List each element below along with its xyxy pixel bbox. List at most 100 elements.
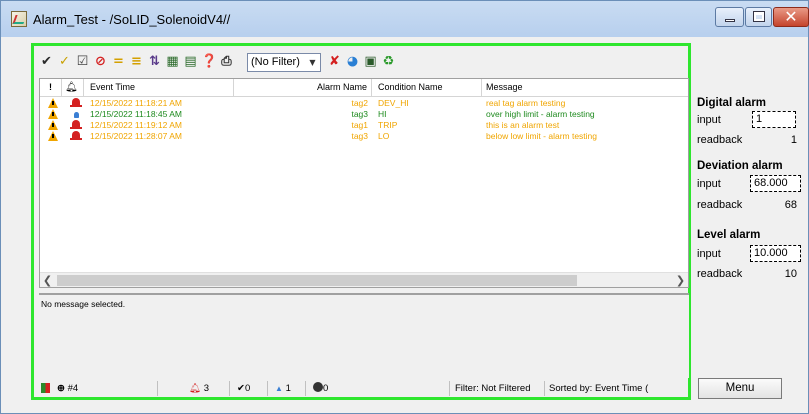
close-icon: ✕ (784, 7, 798, 26)
chevron-down-icon[interactable]: ▼ (306, 54, 319, 71)
status-divider (267, 381, 268, 396)
scrollbar-thumb[interactable] (57, 275, 577, 286)
disable-icon[interactable]: ⊘ (93, 54, 108, 69)
warning-icon (48, 120, 58, 130)
clear-filter-icon[interactable]: ✘ (327, 54, 342, 69)
ack-icon: ✔ (237, 383, 245, 394)
help-icon[interactable]: ❓ (201, 54, 217, 69)
ack-page-icon[interactable]: ☑ (75, 54, 90, 69)
warning-icon (48, 109, 58, 119)
blue-alarm-count: ▲ 1 (275, 380, 291, 397)
grid-header: ! 🔔︎ Event Time Alarm Name Condition Nam… (40, 79, 688, 97)
condition-name-cell: LO (378, 131, 390, 141)
sort-status: Sorted by: Event Time ( (549, 383, 649, 394)
table-row[interactable]: 12/15/2022 11:18:45 AM tag3 HI over high li… (40, 109, 688, 120)
digital-readback-value: 1 (790, 134, 797, 146)
shelve-icon[interactable]: = (111, 54, 126, 69)
alarm-table-control: ✔ ✓ ☑ ⊘ = ≡ ⇅ ▦ ▤ ❓ ⎙ (No Filter) ▼ ✘ ◕ ▣ ♻ ! 🔔︎ Event T… (31, 43, 691, 400)
alarm-toolbar: ✔ ✓ ☑ ⊘ = ≡ ⇅ ▦ ▤ ❓ ⎙ (No Filter) ▼ ✘ ◕ ▣ ♻ (39, 52, 679, 74)
condition-name-cell: DEV_HI (378, 98, 409, 108)
filter-status: Filter: Not Filtered (455, 383, 531, 394)
alarm-grid[interactable]: ! 🔔︎ Event Time Alarm Name Condition Nam… (39, 78, 689, 288)
trend-icon[interactable]: ▤ (183, 54, 198, 69)
details-icon[interactable]: ▦ (165, 54, 180, 69)
event-time-cell: 12/15/2022 11:18:21 AM (90, 98, 183, 108)
warning-icon (48, 131, 58, 141)
status-divider (157, 381, 158, 396)
condition-name-cell: HI (378, 109, 387, 119)
close-button[interactable]: ✕ (773, 7, 809, 27)
flag-icon[interactable] (41, 380, 50, 397)
level-input-field[interactable]: 10.000 (750, 245, 801, 262)
table-row[interactable]: 12/15/2022 11:18:21 AM tag2 DEV_HI real tag… (40, 98, 688, 109)
total-count: ⊕ #4 (57, 380, 78, 397)
header-bell-column[interactable]: 🔔︎ (62, 79, 84, 96)
bell-header-icon: 🔔︎ (65, 82, 78, 93)
digital-input-label: input (697, 114, 721, 126)
minimize-button[interactable] (715, 7, 744, 27)
table-row[interactable]: 12/15/2022 11:19:12 AM tag1 TRIP this is an… (40, 120, 688, 131)
menu-button[interactable]: Menu (698, 378, 782, 399)
event-time-cell: 12/15/2022 11:18:45 AM (90, 109, 183, 119)
header-alarm-name[interactable]: Alarm Name (234, 79, 372, 96)
blue-bell-icon (74, 112, 79, 118)
maximize-button[interactable] (745, 7, 772, 27)
unshelve-icon[interactable]: ≡ (129, 54, 144, 69)
red-alarm-count-label: 3 (203, 383, 209, 394)
header-message[interactable]: Message (482, 79, 688, 96)
filter-select[interactable]: (No Filter) ▼ (247, 53, 321, 72)
print-icon[interactable]: ⎙ (219, 54, 234, 69)
title-bar[interactable]: Alarm_Test - /SoLID_SolenoidV4// ✕ (1, 1, 809, 37)
header-ack-column[interactable]: ! (40, 79, 62, 96)
app-icon[interactable] (11, 11, 27, 27)
digital-alarm-title: Digital alarm (697, 97, 767, 109)
message-cell: over high limit - alarm testing (486, 109, 595, 119)
deviation-alarm-title: Deviation alarm (697, 160, 783, 172)
dark-alarm-count: 0 (313, 380, 328, 397)
ack-count-label: 0 (244, 383, 251, 394)
red-alarm-count: 🔔︎ 3 (189, 380, 209, 397)
header-event-time[interactable]: Event Time (84, 79, 234, 96)
message-cell: this is an alarm test (486, 120, 560, 130)
level-input-label: input (697, 248, 721, 260)
status-bar: ⊕ #4 🔔︎ 3 ✔0 ▲ 1 0 Filter: Not Filtered … (39, 380, 689, 397)
check-icon[interactable]: ✔ (39, 54, 54, 69)
status-divider (305, 381, 306, 396)
globe-icon[interactable]: ◕ (345, 54, 360, 69)
alarm-name-cell: tag3 (351, 131, 368, 141)
window-title: Alarm_Test - /SoLID_SolenoidV4// (33, 12, 231, 27)
scroll-right-icon[interactable]: ❯ (673, 273, 688, 287)
horizontal-scrollbar[interactable]: ❮ ❯ (40, 272, 688, 287)
level-alarm-title: Level alarm (697, 229, 761, 241)
table-row[interactable]: 12/15/2022 11:28:07 AM tag3 LO below low li… (40, 131, 688, 142)
message-pane: No message selected. (39, 293, 689, 378)
scroll-left-icon[interactable]: ❮ (40, 273, 55, 287)
deviation-readback-value: 68 (784, 199, 797, 211)
message-cell: real tag alarm testing (486, 98, 566, 108)
condition-name-cell: TRIP (378, 120, 398, 130)
total-count-label: #4 (67, 383, 79, 394)
digital-input-field[interactable]: 1 (752, 111, 796, 128)
status-divider (229, 381, 230, 396)
filter-select-value: (No Filter) (251, 56, 300, 68)
blue-alarm-count-label: 1 (285, 383, 291, 394)
alarm-name-cell: tag3 (351, 109, 368, 119)
alarm-name-cell: tag1 (351, 120, 368, 130)
event-time-cell: 12/15/2022 11:19:12 AM (90, 120, 183, 130)
red-bell-icon (70, 131, 82, 140)
properties-icon[interactable]: ▣ (363, 54, 378, 69)
deviation-input-field[interactable]: 68.000 (750, 175, 801, 192)
count-badge-icon: ⊕ (57, 383, 65, 394)
refresh-icon[interactable]: ♻ (381, 54, 396, 69)
sort-icon[interactable]: ⇅ (147, 54, 162, 69)
level-readback-value: 10 (784, 268, 797, 280)
status-divider (544, 381, 545, 396)
deviation-input-label: input (697, 178, 721, 190)
red-bell-icon: 🔔︎ (189, 383, 202, 394)
alarm-name-cell: tag2 (351, 98, 368, 108)
ack-check-icon[interactable]: ✓ (57, 54, 72, 69)
message-cell: below low limit - alarm testing (486, 131, 598, 141)
red-bell-icon (70, 98, 82, 107)
event-time-cell: 12/15/2022 11:28:07 AM (90, 131, 183, 141)
header-condition-name[interactable]: Condition Name (372, 79, 482, 96)
